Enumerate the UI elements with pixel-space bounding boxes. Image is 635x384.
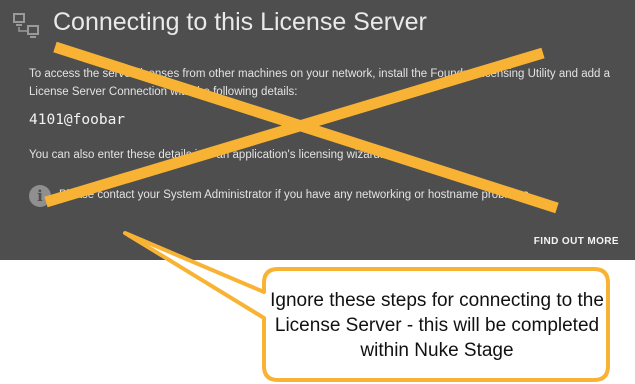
network-computers-icon xyxy=(13,13,39,38)
admin-note: Please contact your System Administrator… xyxy=(59,189,533,201)
license-server-panel: Connecting to this License Server To acc… xyxy=(0,0,635,260)
instructions-paragraph: To access the server licenses from other… xyxy=(29,68,611,98)
page-title: Connecting to this License Server xyxy=(53,8,427,36)
wizard-paragraph: You can also enter these details into an… xyxy=(29,149,384,161)
server-address: 4101@foobar xyxy=(29,112,126,128)
info-icon: i xyxy=(29,185,51,207)
find-out-more-link[interactable]: FIND OUT MORE xyxy=(534,236,619,247)
callout-text: Ignore these steps for connecting to the… xyxy=(270,290,604,361)
